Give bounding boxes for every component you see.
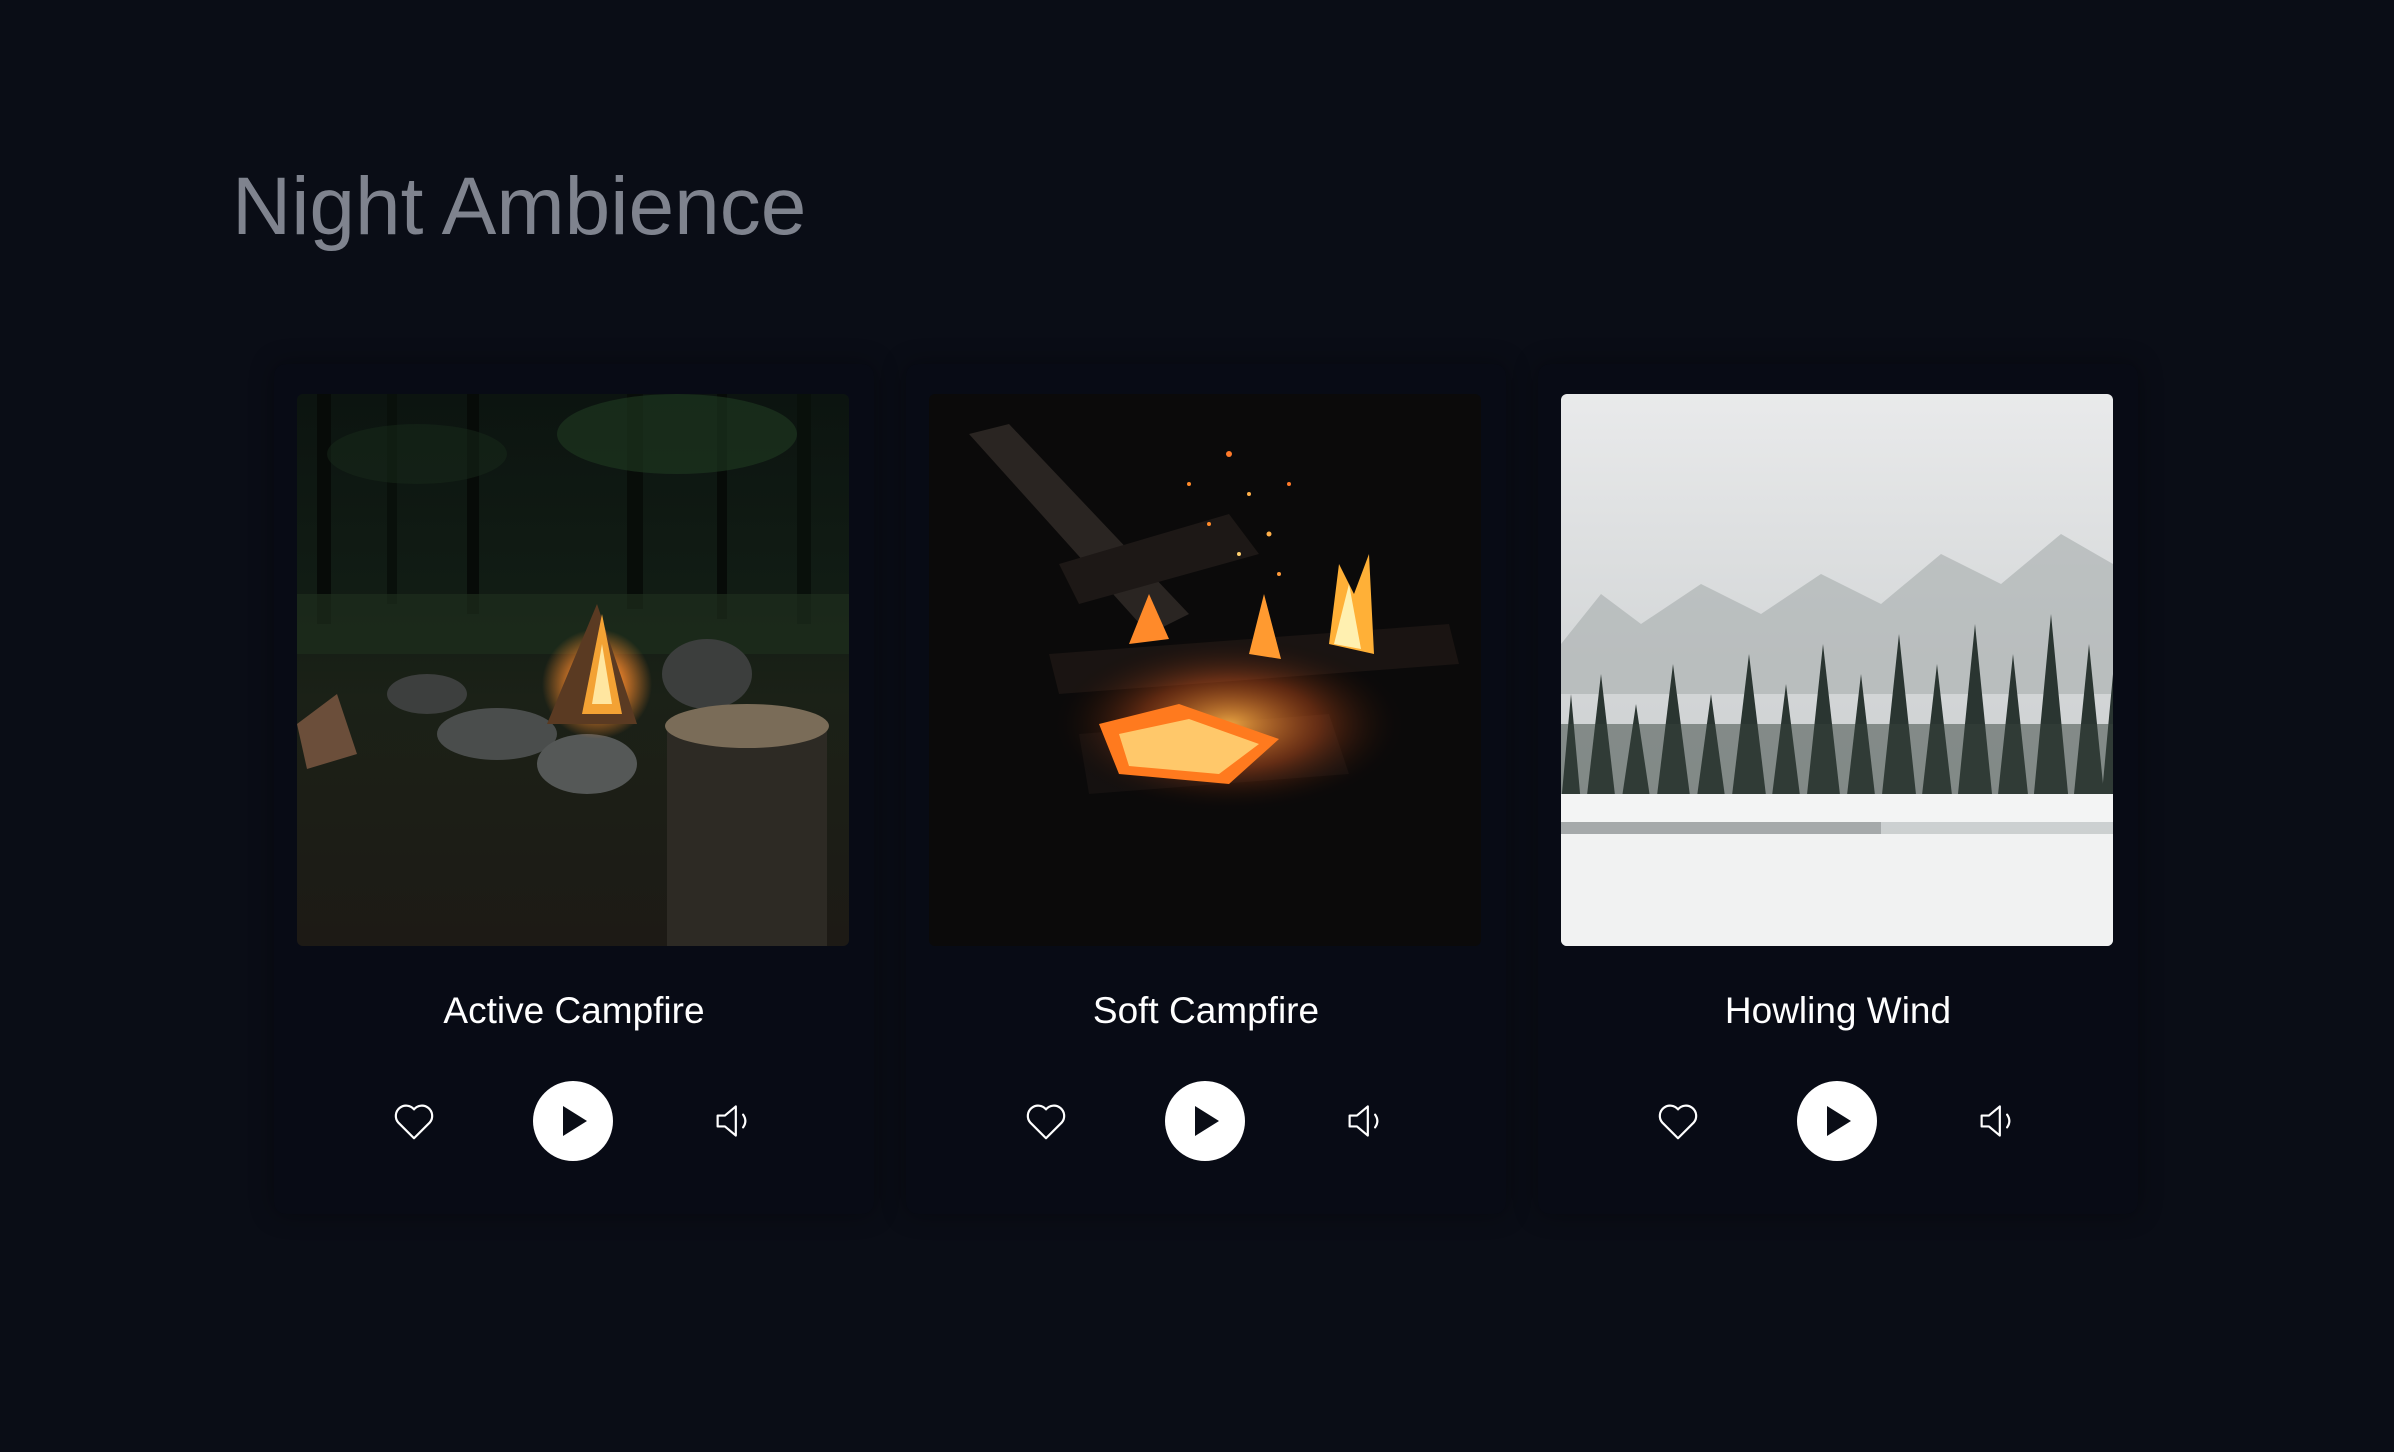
campfire-forest-image xyxy=(297,394,849,946)
embers-fire-image xyxy=(929,394,1481,946)
sound-controls xyxy=(274,1081,874,1161)
sound-card-howling-wind: Howling Wind xyxy=(1538,364,2138,1214)
play-button[interactable] xyxy=(533,1081,613,1161)
sound-image-soft-campfire[interactable] xyxy=(929,394,1481,946)
sound-image-active-campfire[interactable] xyxy=(297,394,849,946)
sound-card-active-campfire: Active Campfire xyxy=(274,364,874,1214)
heart-icon xyxy=(1026,1104,1066,1140)
page-title: Night Ambience xyxy=(232,161,807,252)
sound-title: Soft Campfire xyxy=(1092,990,1320,1031)
sound-title: Howling Wind xyxy=(1724,990,1952,1031)
page: Night Ambience Active Campfire Soft Camp… xyxy=(0,0,2394,1452)
favorite-button[interactable] xyxy=(1648,1081,1708,1161)
sound-image-howling-wind[interactable] xyxy=(1561,394,2113,946)
sound-controls xyxy=(906,1081,1506,1161)
sound-card-soft-campfire: Soft Campfire xyxy=(906,364,1506,1214)
play-icon xyxy=(1195,1106,1219,1136)
play-icon xyxy=(1827,1106,1851,1136)
volume-icon xyxy=(716,1105,747,1137)
sound-controls xyxy=(1538,1081,2138,1161)
heart-icon xyxy=(394,1104,434,1140)
favorite-button[interactable] xyxy=(384,1081,444,1161)
sound-title: Active Campfire xyxy=(443,990,705,1031)
volume-button[interactable] xyxy=(704,1081,764,1161)
play-button[interactable] xyxy=(1797,1081,1877,1161)
sound-card-list: Active Campfire Soft Campfire Howling Wi… xyxy=(274,364,2138,1214)
volume-button[interactable] xyxy=(1336,1081,1396,1161)
volume-icon xyxy=(1348,1105,1379,1137)
volume-icon xyxy=(1980,1105,2011,1137)
heart-icon xyxy=(1658,1104,1698,1140)
play-icon xyxy=(563,1106,587,1136)
snowy-forest-image xyxy=(1561,394,2113,946)
favorite-button[interactable] xyxy=(1016,1081,1076,1161)
play-button[interactable] xyxy=(1165,1081,1245,1161)
volume-button[interactable] xyxy=(1968,1081,2028,1161)
